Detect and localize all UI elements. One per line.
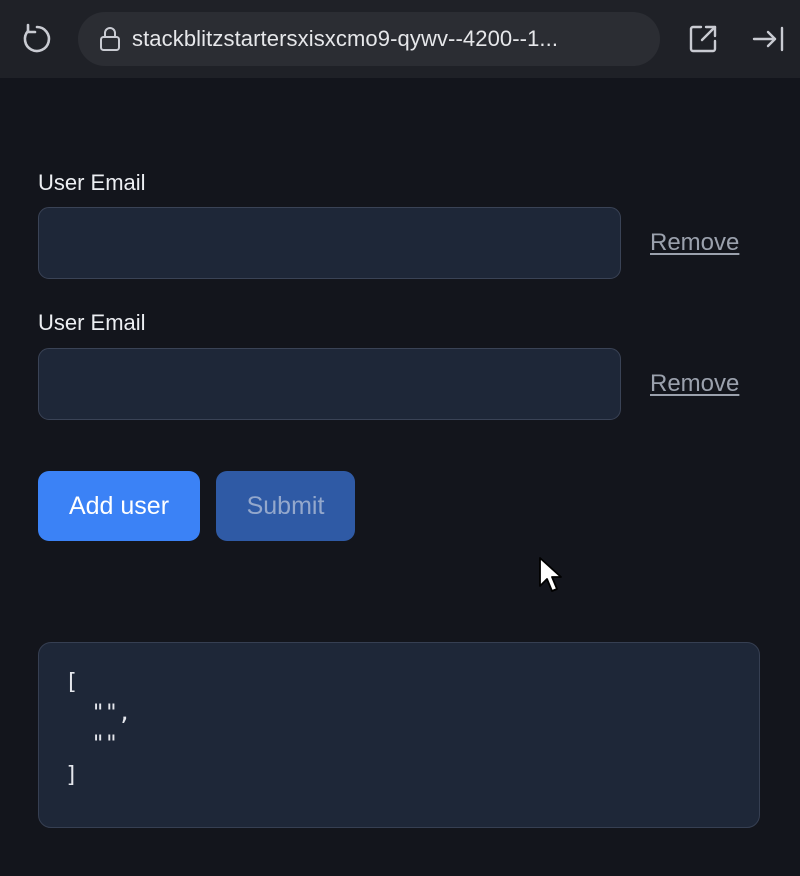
add-user-button[interactable]: Add user bbox=[38, 471, 200, 541]
address-bar[interactable]: stackblitzstartersxisxcmo9-qywv--4200--1… bbox=[78, 12, 660, 66]
user-email-label-2: User Email bbox=[38, 310, 146, 335]
user-email-label-1: User Email bbox=[38, 170, 146, 195]
user-email-input-1[interactable] bbox=[38, 207, 621, 279]
reload-icon[interactable] bbox=[18, 20, 56, 58]
json-output-text: [ "", "" ] bbox=[65, 670, 132, 788]
open-in-new-tab-icon[interactable] bbox=[686, 22, 720, 56]
lock-icon bbox=[98, 26, 122, 52]
remove-user-link-2[interactable]: Remove bbox=[650, 370, 739, 398]
browser-toolbar: stackblitzstartersxisxcmo9-qywv--4200--1… bbox=[0, 0, 800, 78]
submit-button[interactable]: Submit bbox=[216, 471, 355, 541]
mouse-cursor-icon bbox=[538, 556, 564, 594]
collapse-panel-icon[interactable] bbox=[750, 22, 786, 56]
user-email-input-2[interactable] bbox=[38, 348, 621, 420]
json-output-panel: [ "", "" ] bbox=[38, 642, 760, 828]
remove-user-link-1[interactable]: Remove bbox=[650, 229, 739, 257]
url-text: stackblitzstartersxisxcmo9-qywv--4200--1… bbox=[132, 26, 559, 51]
